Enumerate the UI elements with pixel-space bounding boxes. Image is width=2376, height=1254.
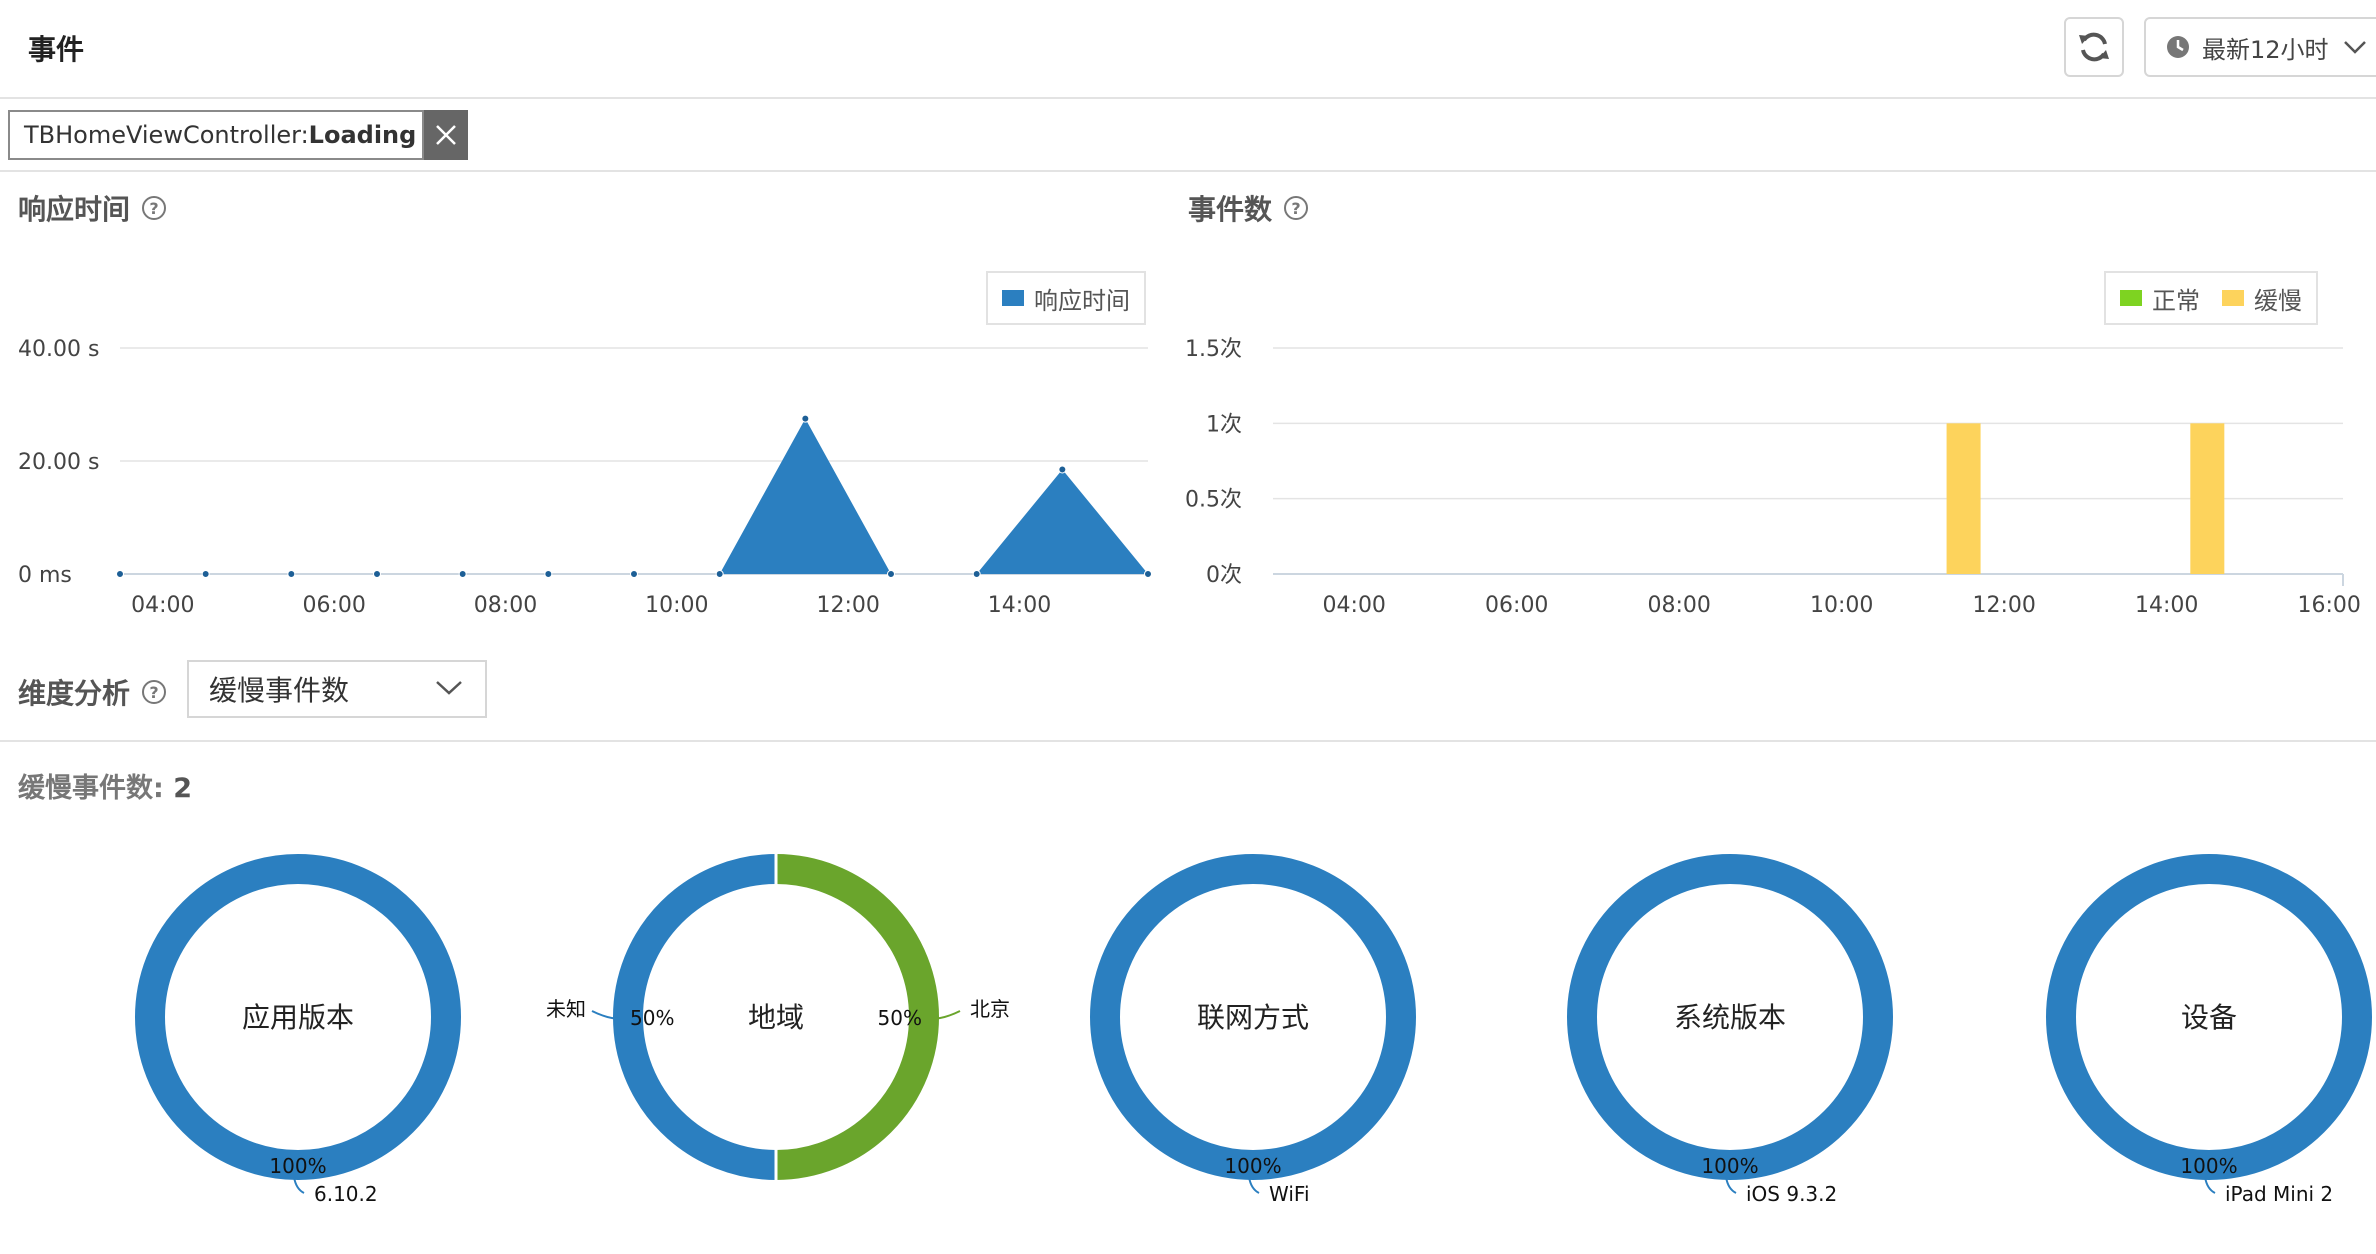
slice-label: iPad Mini 2 xyxy=(2225,1182,2333,1206)
data-point xyxy=(630,570,638,578)
y-tick-label: 0 ms xyxy=(18,563,72,588)
dimension-select[interactable]: 缓慢事件数 xyxy=(187,660,487,718)
y-tick-label: 40.00 s xyxy=(18,337,99,362)
refresh-button[interactable] xyxy=(2064,17,2124,77)
donut-center-label: 联网方式 xyxy=(1197,1001,1309,1034)
event-count-title-text: 事件数 xyxy=(1188,193,1273,226)
x-tick-label: 08:00 xyxy=(1648,593,1711,618)
slice-percent-label: 100% xyxy=(1701,1154,1758,1178)
slice-percent-label: 100% xyxy=(1224,1154,1281,1178)
legend-label: 正常 xyxy=(2152,286,2200,315)
donut-center-label: 地域 xyxy=(748,1001,804,1034)
x-tick-label: 08:00 xyxy=(474,593,537,618)
legend-label: 缓慢 xyxy=(2254,286,2302,315)
slice-percent-label: 50% xyxy=(630,1006,674,1030)
event-count-title: 事件数 ? xyxy=(1188,188,1309,228)
dimension-select-value: 缓慢事件数 xyxy=(209,674,350,707)
y-tick-label: 0次 xyxy=(1206,563,1242,588)
slice-percent-label: 100% xyxy=(2180,1154,2237,1178)
slice-label: 北京 xyxy=(970,997,1010,1021)
y-tick-label: 0.5次 xyxy=(1185,488,1242,513)
refresh-icon xyxy=(2079,32,2109,62)
legend-swatch xyxy=(2222,290,2244,306)
response-time-title: 响应时间 ? xyxy=(18,188,167,228)
dimension-title-text: 维度分析 xyxy=(18,677,131,710)
time-range-label: 最新12小时 xyxy=(2202,35,2329,64)
event-count-chart: 0次 0.5次 1次 1.5次 04:00 06:00 08:00 10:00 12:00 14:… xyxy=(1185,337,2361,618)
legend-item-slow[interactable]: 缓慢 xyxy=(2222,281,2302,316)
filter-tag[interactable]: TBHomeViewController: Loading ... xyxy=(8,110,424,160)
response-time-legend: 响应时间 xyxy=(986,271,1146,325)
data-point xyxy=(373,570,381,578)
legend-item-normal[interactable]: 正常 xyxy=(2120,281,2200,316)
response-time-area xyxy=(120,418,1148,574)
chevron-down-icon xyxy=(436,681,462,695)
y-tick-label: 1.5次 xyxy=(1185,337,1242,362)
slow-event-count-value: 2 xyxy=(173,773,192,804)
filter-tag-value: Loading ... xyxy=(308,121,422,149)
slow-event-count: 缓慢事件数: 2 xyxy=(18,766,192,805)
slice-label: WiFi xyxy=(1269,1182,1310,1206)
slice-percent-label: 50% xyxy=(878,1006,922,1030)
page-title: 事件 xyxy=(28,33,85,66)
data-point xyxy=(972,570,981,578)
legend-swatch xyxy=(1002,290,1024,306)
bar-slow xyxy=(2190,423,2225,574)
time-range-select[interactable]: 最新12小时 xyxy=(2144,17,2376,77)
legend-swatch xyxy=(2120,290,2142,306)
data-point xyxy=(1144,570,1152,578)
data-point xyxy=(1058,465,1067,474)
data-point xyxy=(116,570,124,578)
y-tick-label: 20.00 s xyxy=(18,450,99,475)
page-header: 事件 最新12小时 xyxy=(0,0,2376,99)
dimension-donut-charts: 100% 6.10.2 应用版本 50% 北京 50% 未知 地域 100% WiFi 联网方式 10… xyxy=(135,854,2372,1206)
x-tick-label: 04:00 xyxy=(131,593,194,618)
donut-center-label: 应用版本 xyxy=(242,1001,354,1034)
help-icon[interactable]: ? xyxy=(142,196,167,220)
donut-center-label: 设备 xyxy=(2181,1001,2237,1034)
legend-item-response-time[interactable]: 响应时间 xyxy=(1002,281,1130,316)
slow-event-count-label: 缓慢事件数: xyxy=(18,773,174,804)
x-tick-label: 06:00 xyxy=(302,593,365,618)
event-count-legend: 正常 缓慢 xyxy=(2104,271,2318,325)
x-tick-label: 14:00 xyxy=(2135,593,2198,618)
x-tick-label: 12:00 xyxy=(1973,593,2036,618)
x-tick-label: 04:00 xyxy=(1323,593,1386,618)
response-time-chart: 0 ms 20.00 s 40.00 s 04:00 06:00 08:00 10:00 12… xyxy=(18,337,1152,618)
x-tick-label: 14:00 xyxy=(988,593,1051,618)
data-point xyxy=(715,570,724,578)
response-time-title-text: 响应时间 xyxy=(18,193,131,226)
filter-tag-prefix: TBHomeViewController: xyxy=(24,121,309,149)
close-icon xyxy=(436,125,456,145)
chevron-down-icon xyxy=(2343,41,2366,54)
data-point xyxy=(801,414,810,423)
donut-center-label: 系统版本 xyxy=(1674,1001,1786,1034)
slice-label: iOS 9.3.2 xyxy=(1746,1182,1837,1206)
x-tick-label: 16:00 xyxy=(2297,593,2360,618)
slice-percent-label: 100% xyxy=(269,1154,326,1178)
x-tick-label: 10:00 xyxy=(645,593,708,618)
slice-label: 未知 xyxy=(546,997,586,1021)
bar-slow xyxy=(1946,423,1981,574)
section-divider xyxy=(0,740,2376,742)
data-point xyxy=(201,570,210,578)
filter-bar: TBHomeViewController: Loading ... xyxy=(0,100,2376,172)
filter-remove-button[interactable] xyxy=(424,110,468,160)
x-tick-label: 10:00 xyxy=(1810,593,1873,618)
data-point xyxy=(887,570,895,578)
legend-label: 响应时间 xyxy=(1034,286,1130,315)
x-tick-label: 06:00 xyxy=(1485,593,1548,618)
help-icon[interactable]: ? xyxy=(142,680,167,704)
help-icon[interactable]: ? xyxy=(1284,196,1309,220)
data-point xyxy=(458,570,467,578)
dimension-title: 维度分析 ? xyxy=(18,672,167,712)
slice-label: 6.10.2 xyxy=(314,1182,378,1206)
x-tick-label: 12:00 xyxy=(816,593,879,618)
clock-icon xyxy=(2167,36,2189,58)
y-tick-label: 1次 xyxy=(1206,412,1242,437)
data-point xyxy=(544,570,553,578)
data-point xyxy=(287,570,296,578)
